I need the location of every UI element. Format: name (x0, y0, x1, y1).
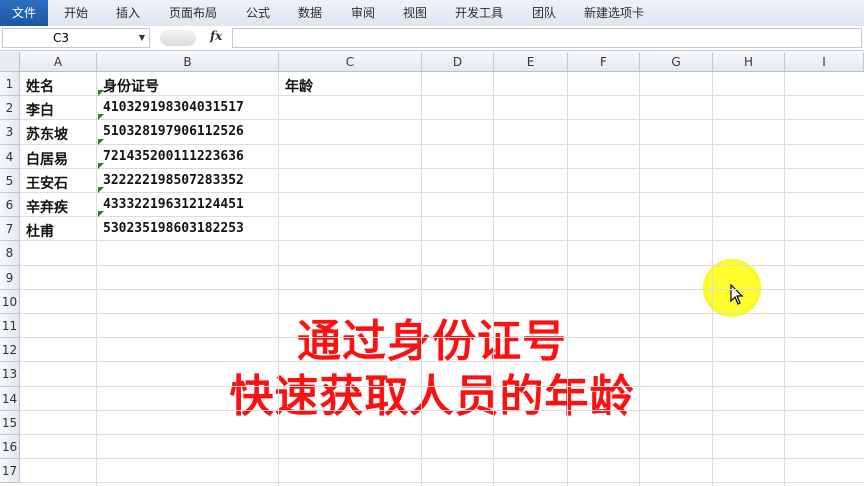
chevron-down-icon[interactable]: ▼ (139, 29, 145, 47)
row-header-10[interactable]: 10 (0, 289, 20, 314)
row-header-11[interactable]: 11 (0, 314, 20, 339)
cell-id-number[interactable]: 410329198304031517 (103, 100, 244, 115)
cell-id-header[interactable]: 身份证号 (103, 76, 159, 96)
gridline (96, 72, 97, 486)
row-header-12[interactable]: 12 (0, 338, 20, 363)
row-header-3[interactable]: 3 (0, 120, 20, 145)
cell-name-header[interactable]: 姓名 (26, 76, 54, 96)
gridline (712, 72, 713, 486)
cell-name[interactable]: 杜甫 (26, 221, 54, 241)
column-header-h[interactable]: H (713, 52, 785, 72)
gridline (20, 264, 864, 266)
row-header-9[interactable]: 9 (0, 265, 20, 290)
cell-name[interactable]: 辛弃疾 (26, 197, 68, 217)
row-header-17[interactable]: 17 (0, 459, 20, 484)
gridline (20, 216, 864, 218)
column-header-b[interactable]: B (97, 52, 279, 72)
name-box[interactable]: C3 ▼ (2, 28, 150, 48)
gridline (20, 119, 864, 121)
gridline (20, 482, 864, 484)
column-header-f[interactable]: F (568, 52, 640, 72)
gridline (20, 192, 864, 193)
column-header-c[interactable]: C (279, 52, 422, 72)
select-all-corner[interactable] (0, 52, 20, 72)
error-indicator-icon (98, 187, 104, 193)
tab-page-layout[interactable]: 页面布局 (169, 0, 217, 26)
row-header-4[interactable]: 4 (0, 144, 20, 169)
tab-formulas[interactable]: 公式 (246, 0, 270, 26)
gridline (493, 72, 494, 486)
row-header-1[interactable]: 1 (0, 72, 20, 97)
insert-function-icon[interactable]: fx (210, 29, 222, 43)
tab-developer[interactable]: 开发工具 (455, 0, 503, 26)
error-indicator-icon (98, 162, 104, 169)
column-header-g[interactable]: G (640, 52, 713, 72)
gridline (20, 409, 864, 411)
row-header-8[interactable]: 8 (0, 241, 20, 266)
cell-name[interactable]: 白居易 (26, 149, 68, 169)
mouse-pointer-icon (730, 284, 744, 305)
tab-home[interactable]: 开始 (64, 0, 88, 26)
row-header-7[interactable]: 7 (0, 217, 20, 242)
caption-line-2: 快速获取人员的年龄 (229, 371, 635, 422)
row-header-13[interactable]: 13 (0, 362, 20, 387)
tab-new-tab[interactable]: 新建选项卡 (584, 0, 644, 26)
cell-id-number[interactable]: 433322196312124451 (103, 197, 244, 212)
tab-team[interactable]: 团队 (532, 0, 556, 26)
cell-id-number[interactable]: 510328197906112526 (103, 124, 244, 139)
cell-id-number[interactable]: 530235198603182253 (103, 221, 244, 236)
tab-file[interactable]: 文件 (0, 0, 48, 26)
column-header-e[interactable]: E (494, 52, 568, 72)
error-indicator-icon (98, 138, 104, 145)
gridline (20, 240, 864, 242)
tab-review[interactable]: 审阅 (351, 0, 375, 26)
row-header-6[interactable]: 6 (0, 193, 20, 218)
tab-data[interactable]: 数据 (298, 0, 322, 26)
gridline (20, 434, 864, 435)
error-indicator-icon (98, 114, 104, 121)
row-header-15[interactable]: 15 (0, 410, 20, 435)
gridline (20, 385, 864, 387)
gridline (20, 313, 864, 314)
row-header-2[interactable]: 2 (0, 96, 20, 121)
gridline (20, 458, 864, 460)
gridline (567, 72, 568, 486)
tab-view[interactable]: 视图 (403, 0, 427, 26)
column-header-a[interactable]: A (20, 52, 97, 72)
column-header-d[interactable]: D (422, 52, 494, 72)
gridline (20, 361, 864, 363)
row-header-5[interactable]: 5 (0, 168, 20, 193)
gridline (20, 337, 864, 339)
gridline (20, 288, 864, 290)
error-indicator-icon (98, 211, 104, 218)
gridline (639, 72, 640, 486)
cell-id-number[interactable]: 322222198507283352 (103, 173, 244, 188)
gridline (20, 167, 864, 169)
cell-name[interactable]: 苏东坡 (26, 124, 68, 144)
column-header-i[interactable]: I (785, 52, 864, 72)
gridline (784, 72, 785, 486)
gridline (20, 143, 864, 145)
gridline (278, 72, 279, 486)
cell-name[interactable]: 李白 (26, 100, 54, 120)
error-indicator-icon (98, 90, 104, 97)
formula-bar-splitter[interactable] (160, 30, 196, 46)
tab-insert[interactable]: 插入 (116, 0, 140, 26)
cell-age-header[interactable]: 年龄 (285, 76, 313, 96)
gridline (421, 72, 422, 486)
cell-id-number[interactable]: 721435200111223636 (103, 149, 244, 164)
row-header-14[interactable]: 14 (0, 386, 20, 411)
formula-bar: C3 ▼ fx (0, 26, 864, 51)
ribbon-tab-bar: 文件 开始 插入 页面布局 公式 数据 审阅 视图 开发工具 团队 新建选项卡 (0, 0, 864, 27)
cell-name[interactable]: 王安石 (26, 173, 68, 193)
row-header-16[interactable]: 16 (0, 435, 20, 460)
formula-input[interactable] (232, 28, 862, 48)
name-box-value: C3 (53, 31, 70, 45)
